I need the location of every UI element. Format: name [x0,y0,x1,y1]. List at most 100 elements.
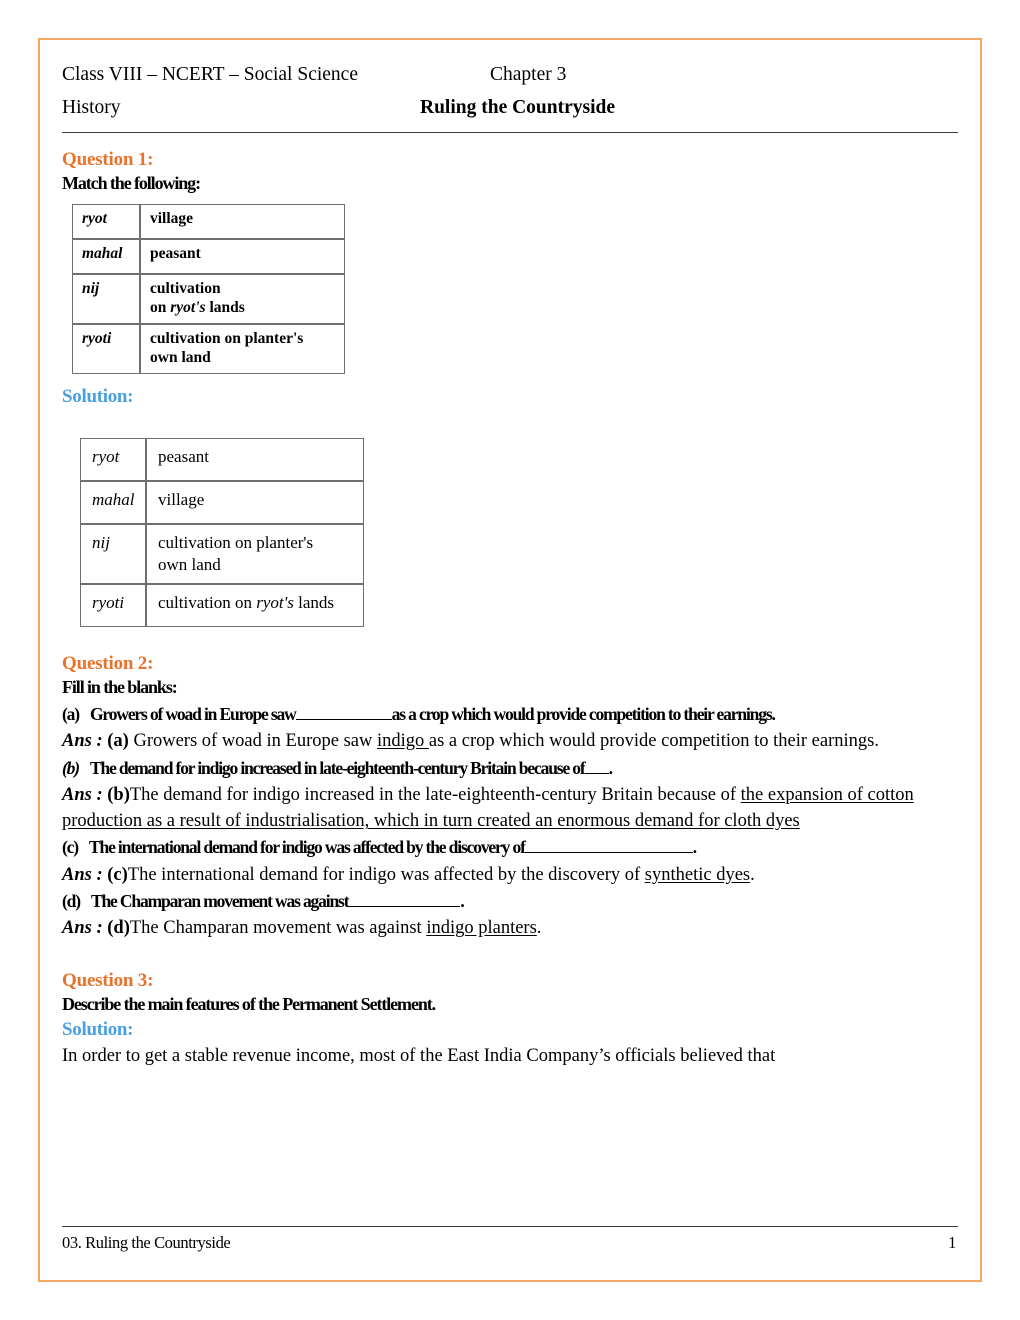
answer-pre-a: Growers of woad in Europe saw [128,731,377,752]
question-3-prompt: Describe the main features of the Perman… [62,993,436,1014]
answer-letter-d: (d) [107,918,130,939]
question-3-solution-body: In order to get a stable revenue income,… [62,1045,776,1066]
desc-line-1: cultivation on planter's [158,533,314,553]
answer-post-c: . [750,864,755,885]
header-row-2: History Ruling the Countryside [62,91,958,124]
fib-label-c: (c) [62,837,79,858]
fib-question-c: (c) The international demand for indigo w… [62,835,958,860]
table-row: nij cultivation on planter's own land [80,524,364,584]
answer-pre-c: The international demand for indigo was … [127,864,645,885]
answer-post-d: . [536,918,542,939]
fib-blank-d [348,906,461,908]
fib-text-pre-b: The demand for indigo increased in late-… [89,757,586,778]
page-content: Class VIII – NCERT – Social Science Chap… [40,40,980,1280]
table-row: mahal village [80,481,364,525]
answer-letter-b: (b) [107,784,130,805]
footer-divider [62,1226,958,1227]
question-1-prompt: Match the following: [62,173,201,193]
table-cell-term: ryoti [80,583,146,627]
answer-filled-d: indigo planters [426,918,537,939]
table-row: ryot village [72,204,345,239]
table-cell-desc: cultivation on ryot's lands [146,583,364,627]
table-cell-term: mahal [80,481,146,525]
question-1-solution-label: Solution: [62,386,134,408]
fib-answer-c: Ans : (c)The international demand for in… [62,862,958,888]
match-the-following-table: ryot village mahal peasant nij cultivati… [72,204,345,375]
question-2-heading: Question 2: [62,652,154,674]
table-cell-term: ryot [72,204,140,239]
answer-letter-c: (c) [107,864,128,885]
fib-question-b: (b) The demand for indigo increased in la… [62,756,958,781]
question-1-heading: Question 1: [62,149,154,170]
header-subject: History [62,97,121,118]
document-footer: 03. Ruling the Countryside 1 [62,1226,958,1254]
desc-line-1: cultivation on planter's [150,330,304,348]
fib-text-post-d: . [460,891,464,912]
fib-text-post-b: . [608,757,613,778]
table-row: ryoti cultivation on planter's own land [72,324,345,375]
fib-label-b: (b) [62,757,80,778]
fib-label-a: (a) [62,703,80,724]
table-row: ryoti cultivation on ryot's lands [80,583,364,627]
fib-answer-d: Ans : (d)The Champaran movement was agai… [62,915,958,941]
desc-pre: cultivation on [158,592,257,612]
header-class-line: Class VIII – NCERT – Social Science [62,64,358,85]
table-cell-term: ryot [80,438,146,482]
table-cell-desc: village [146,481,364,525]
fib-question-d: (d) The Champaran movement was against. [62,889,958,914]
answer-label-d: Ans : [62,918,103,939]
header-chapter-number: Chapter 3 [490,64,567,85]
question-3-solution-label: Solution: [62,1018,134,1040]
answer-filled-a: indigo [376,731,429,752]
footer-chapter-label: 03. Ruling the Countryside [62,1233,231,1252]
match-solution-table: ryot peasant mahal village nij cultivati… [80,438,364,627]
table-row: nij cultivation on ryot's lands [72,274,345,325]
document-header: Class VIII – NCERT – Social Science Chap… [62,58,958,126]
answer-pre-b: The demand for indigo increased in the l… [129,784,741,805]
desc-post: lands [293,592,334,612]
table-cell-term: ryoti [72,324,140,375]
fib-text-pre-c: The international demand for indigo was … [88,837,526,858]
footer-row: 03. Ruling the Countryside 1 [62,1232,958,1254]
fib-blank-b [584,772,609,774]
desc-line-2-pre: on [150,298,171,316]
fib-answer-b: Ans : (b)The demand for indigo increased… [62,782,958,835]
table-cell-desc: village [140,204,345,239]
footer-page-number: 1 [948,1233,956,1252]
answer-label-c: Ans : [62,864,103,885]
fib-blank-c [524,852,693,854]
answer-label-a: Ans : [62,731,103,752]
desc-line-2-italic: ryot's [170,298,206,316]
fib-label-d: (d) [62,891,81,912]
table-cell-desc: peasant [140,239,345,274]
desc-line-2: own land [158,554,221,574]
fib-blank-a [295,718,392,720]
table-cell-term: nij [80,524,146,584]
answer-label-b: Ans : [62,784,103,805]
fib-question-a: (a) Growers of woad in Europe saw as a cro… [62,702,958,727]
table-cell-desc: cultivation on ryot's lands [140,274,345,325]
question-2-prompt: Fill in the blanks: [62,676,178,697]
header-chapter-title: Ruling the Countryside [420,97,616,118]
header-divider [62,132,958,133]
header-row-1: Class VIII – NCERT – Social Science Chap… [62,58,958,91]
fib-text-pre-a: Growers of woad in Europe saw [89,703,297,724]
table-cell-desc: cultivation on planter's own land [146,524,364,584]
desc-line-1: cultivation [150,280,221,297]
table-cell-desc: peasant [146,438,364,482]
table-cell-term: nij [72,274,140,325]
fib-text-post-c: . [692,837,697,858]
answer-letter-a: (a) [107,731,129,752]
desc-line-2: own land [150,348,211,366]
answer-filled-c: synthetic dyes [644,864,751,885]
table-cell-term: mahal [72,239,140,274]
question-3-heading: Question 3: [62,969,154,991]
answer-post-a: as a crop which would provide competitio… [428,731,879,752]
answer-pre-d: The Champaran movement was against [129,918,427,939]
fib-answer-a: Ans : (a) Growers of woad in Europe saw … [62,728,958,754]
fib-text-pre-d: The Champaran movement was against [90,891,350,912]
desc-italic: ryot's [256,592,294,612]
question-2-items: (a) Growers of woad in Europe saw as a cro… [62,702,958,942]
document-page: Class VIII – NCERT – Social Science Chap… [38,38,982,1282]
table-row: mahal peasant [72,239,345,274]
